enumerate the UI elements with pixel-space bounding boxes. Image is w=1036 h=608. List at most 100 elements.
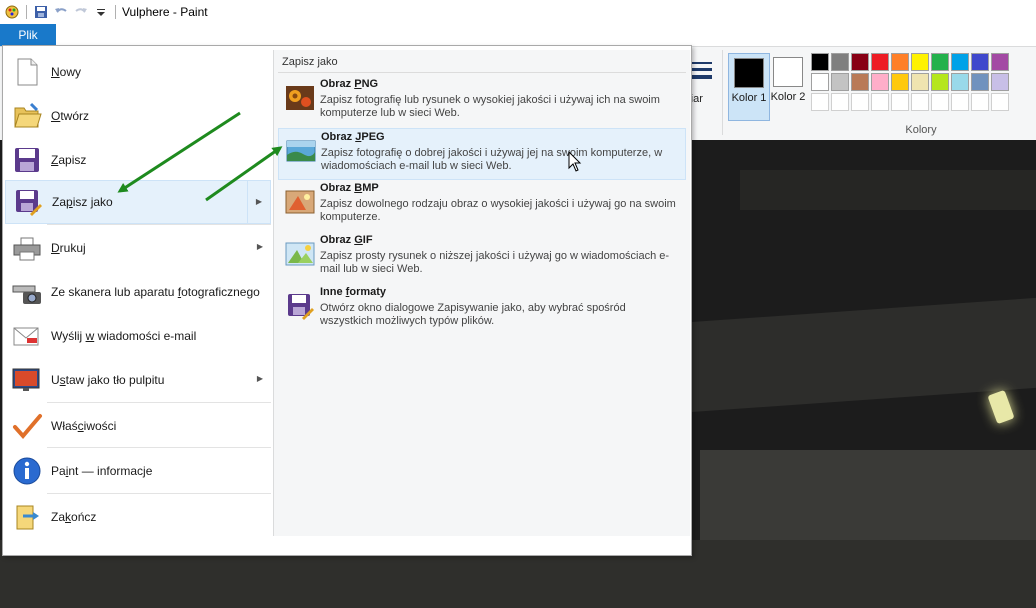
- palette-swatch[interactable]: [911, 93, 929, 111]
- menu-item-save-as[interactable]: Zapisz jako ▶: [5, 180, 271, 224]
- palette-swatch[interactable]: [831, 53, 849, 71]
- menu-item-properties[interactable]: Właściwości: [5, 404, 271, 448]
- menu-separator: [47, 493, 271, 494]
- menu-item-label: Zapisz jako: [52, 195, 113, 209]
- photo-region: [740, 170, 1036, 210]
- format-description: Zapisz fotografię o dobrej jakości i uży…: [321, 147, 663, 172]
- menu-item-email[interactable]: Wyślij w wiadomości e-mail: [5, 314, 271, 358]
- color2-swatch: [773, 57, 803, 87]
- palette-swatch[interactable]: [811, 93, 829, 111]
- separator: [115, 5, 116, 19]
- palette-swatch[interactable]: [891, 93, 909, 111]
- paint-app-icon[interactable]: [4, 4, 20, 20]
- palette-swatch[interactable]: [851, 73, 869, 91]
- format-description: Otwórz okno dialogowe Zapisywanie jako, …: [320, 302, 626, 327]
- menu-item-scanner[interactable]: Ze skanera lub aparatu fotograficznego: [5, 270, 271, 314]
- other-formats-icon: [288, 294, 314, 320]
- palette-swatch[interactable]: [931, 93, 949, 111]
- format-title: Obraz JPEG: [321, 131, 385, 143]
- palette-swatch[interactable]: [991, 73, 1009, 91]
- photo-light: [987, 389, 1015, 425]
- palette-swatch[interactable]: [991, 93, 1009, 111]
- save-as-png[interactable]: Obraz PNG Zapisz fotografię lub rysunek …: [278, 76, 686, 128]
- save-as-submenu: Zapisz jako Obraz PNG Zapisz fotografię …: [273, 50, 690, 536]
- save-as-gif[interactable]: Obraz GIF Zapisz prosty rysunek o niższe…: [278, 232, 686, 284]
- menu-item-about[interactable]: Paint — informacje: [5, 449, 271, 493]
- save-as-other-formats[interactable]: Inne formaty Otwórz okno dialogowe Zapis…: [278, 284, 686, 336]
- palette-swatch[interactable]: [971, 73, 989, 91]
- customize-toolbar-icon[interactable]: [93, 4, 109, 20]
- palette-swatch[interactable]: [871, 53, 889, 71]
- redo-icon[interactable]: [73, 4, 89, 20]
- format-description: Zapisz prosty rysunek o niższej jakości …: [320, 250, 670, 275]
- menu-item-label: Zakończ: [51, 510, 97, 524]
- file-tab[interactable]: Plik: [0, 24, 56, 46]
- menu-item-exit[interactable]: Zakończ: [5, 495, 271, 539]
- menu-separator: [47, 402, 271, 403]
- palette-swatch[interactable]: [851, 93, 869, 111]
- palette-row: [811, 93, 1009, 111]
- window-title: Vulphere - Paint: [122, 5, 208, 19]
- submenu-title-divider: [278, 72, 686, 73]
- mouse-cursor-icon: [568, 151, 582, 172]
- color1-button[interactable]: Kolor 1: [728, 53, 770, 121]
- color-palette: [811, 53, 1009, 113]
- save-disk-icon: [15, 148, 39, 172]
- palette-row: [811, 53, 1009, 71]
- colors-group-label: Kolory: [905, 124, 937, 136]
- palette-swatch[interactable]: [951, 93, 969, 111]
- palette-swatch[interactable]: [871, 93, 889, 111]
- menu-item-set-desktop[interactable]: Ustaw jako tło pulpitu ▶: [5, 358, 271, 402]
- menu-item-new[interactable]: Nowy: [5, 50, 271, 94]
- menu-item-open[interactable]: Otwórz: [5, 94, 271, 138]
- save-icon[interactable]: [33, 4, 49, 20]
- palette-swatch[interactable]: [971, 53, 989, 71]
- palette-swatch[interactable]: [951, 53, 969, 71]
- open-folder-icon: [14, 102, 42, 128]
- palette-swatch[interactable]: [911, 73, 929, 91]
- palette-swatch[interactable]: [811, 53, 829, 71]
- photo-region: [690, 297, 1036, 413]
- format-description: Zapisz dowolnego rodzaju obraz o wysokie…: [320, 198, 676, 223]
- menu-item-save[interactable]: Zapisz: [5, 138, 271, 182]
- save-as-icon: [16, 190, 42, 216]
- chevron-right-icon: ▶: [256, 242, 263, 251]
- printer-icon: [13, 237, 41, 261]
- color2-button[interactable]: Kolor 2: [768, 53, 808, 119]
- palette-swatch[interactable]: [911, 53, 929, 71]
- menu-item-label: Ze skanera lub aparatu fotograficznego: [51, 285, 260, 299]
- exit-icon: [16, 505, 39, 530]
- palette-swatch[interactable]: [971, 93, 989, 111]
- menu-item-label: Paint — informacje: [51, 464, 153, 478]
- color2-label: Kolor 2: [770, 91, 806, 103]
- palette-swatch[interactable]: [811, 73, 829, 91]
- palette-swatch[interactable]: [831, 93, 849, 111]
- menu-item-label: Ustaw jako tło pulpitu: [51, 373, 165, 387]
- bmp-image-icon: [285, 190, 315, 214]
- menu-item-print[interactable]: Drukuj ▶: [5, 226, 271, 270]
- save-as-bmp[interactable]: Obraz BMP Zapisz dowolnego rodzaju obraz…: [278, 180, 686, 232]
- menu-item-label: Nowy: [51, 65, 82, 79]
- palette-swatch[interactable]: [931, 53, 949, 71]
- size-lines-icon[interactable]: [690, 60, 712, 80]
- file-menu-commands: Nowy Otwórz Zapisz Zapisz jako ▶ Drukuj …: [3, 46, 273, 555]
- title-bar: Vulphere - Paint: [0, 0, 1036, 24]
- email-icon: [13, 327, 39, 346]
- palette-swatch[interactable]: [891, 53, 909, 71]
- palette-swatch[interactable]: [871, 73, 889, 91]
- palette-swatch[interactable]: [891, 73, 909, 91]
- ribbon-separator: [722, 50, 723, 135]
- undo-icon[interactable]: [53, 4, 69, 20]
- palette-row: [811, 73, 1009, 91]
- palette-swatch[interactable]: [931, 73, 949, 91]
- scanner-camera-icon: [12, 285, 41, 304]
- menu-item-label: Zapisz: [51, 153, 87, 167]
- menu-item-label: Wyślij w wiadomości e-mail: [51, 329, 197, 343]
- palette-swatch[interactable]: [951, 73, 969, 91]
- save-as-jpeg[interactable]: Obraz JPEG Zapisz fotografię o dobrej ja…: [278, 128, 686, 180]
- menu-item-label: Właściwości: [51, 419, 117, 433]
- palette-swatch[interactable]: [831, 73, 849, 91]
- menu-item-label: Otwórz: [51, 109, 90, 123]
- palette-swatch[interactable]: [851, 53, 869, 71]
- palette-swatch[interactable]: [991, 53, 1009, 71]
